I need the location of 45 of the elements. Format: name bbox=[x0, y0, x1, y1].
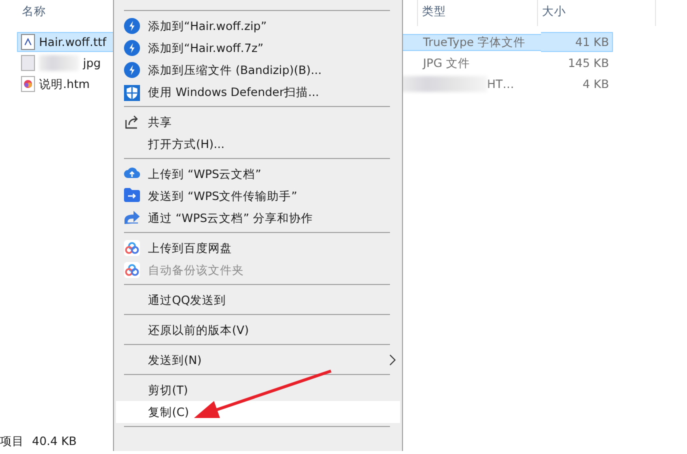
font-file-icon bbox=[21, 34, 35, 50]
file-size: 41 KB bbox=[541, 32, 613, 52]
file-size: 4 KB bbox=[582, 76, 610, 93]
forward-arrow-icon bbox=[124, 210, 140, 225]
blurred-area bbox=[39, 55, 79, 71]
file-name: jpg bbox=[83, 56, 101, 70]
menu-item[interactable]: 添加到“Hair.woff.7z” bbox=[116, 37, 400, 59]
cloud-rings-icon bbox=[124, 262, 140, 278]
file-type: HT… bbox=[487, 76, 516, 92]
menu-item[interactable]: 共享 bbox=[116, 111, 400, 133]
file-name-cell[interactable]: Hair.woff.ttf bbox=[17, 32, 113, 52]
menu-item[interactable]: 通过 “WPS云文档” 分享和协作 bbox=[116, 207, 400, 229]
menu-item[interactable]: 添加到“Hair.woff.zip” bbox=[116, 15, 400, 37]
folder-arrow-icon bbox=[124, 188, 140, 202]
image-file-icon bbox=[21, 55, 35, 71]
menu-item[interactable]: 添加到压缩文件 (Bandizip)(B)... bbox=[116, 59, 400, 81]
menu-item[interactable]: 上传到 “WPS云文档” bbox=[116, 163, 400, 185]
menu-item[interactable]: 打开方式(H)... bbox=[116, 133, 400, 155]
column-header[interactable]: 大小 bbox=[538, 0, 656, 26]
total-size: 40.4 KB bbox=[32, 434, 77, 449]
menu-item[interactable]: 使用 Windows Defender扫描... bbox=[116, 81, 400, 103]
menu-item[interactable]: 还原以前的版本(V) bbox=[116, 319, 400, 341]
file-name: 说明.htm bbox=[39, 76, 90, 92]
shield-icon bbox=[124, 84, 140, 102]
file-name-cell[interactable]: 说明.htm bbox=[17, 74, 113, 94]
menu-item[interactable]: 发送到(N) bbox=[116, 349, 400, 371]
lightning-circle-icon bbox=[124, 40, 140, 56]
lightning-circle-icon bbox=[124, 62, 140, 78]
cloud-upload-icon bbox=[124, 166, 140, 180]
file-size: 145 KB bbox=[566, 55, 610, 72]
chevron-right-icon bbox=[389, 354, 396, 366]
menu-item[interactable]: 上传到百度网盘 bbox=[116, 237, 400, 259]
lightning-circle-icon bbox=[124, 18, 140, 34]
menu-item[interactable]: 通过QQ发送到 bbox=[116, 289, 400, 311]
menu-item[interactable]: 剪切(T) bbox=[116, 379, 400, 401]
colorful-file-icon bbox=[21, 76, 35, 92]
column-header[interactable]: 类型 bbox=[418, 0, 538, 26]
file-type: JPG 文件 bbox=[421, 54, 471, 72]
cloud-rings-icon bbox=[124, 240, 140, 256]
file-name: Hair.woff.ttf bbox=[39, 35, 106, 49]
item-count: 项目 bbox=[0, 434, 24, 449]
menu-item[interactable]: 复制(C) bbox=[116, 401, 400, 423]
file-name-cell[interactable]: jpg bbox=[17, 53, 113, 73]
share-icon bbox=[124, 114, 140, 130]
menu-item[interactable]: 发送到 “WPS文件传输助手” bbox=[116, 185, 400, 207]
